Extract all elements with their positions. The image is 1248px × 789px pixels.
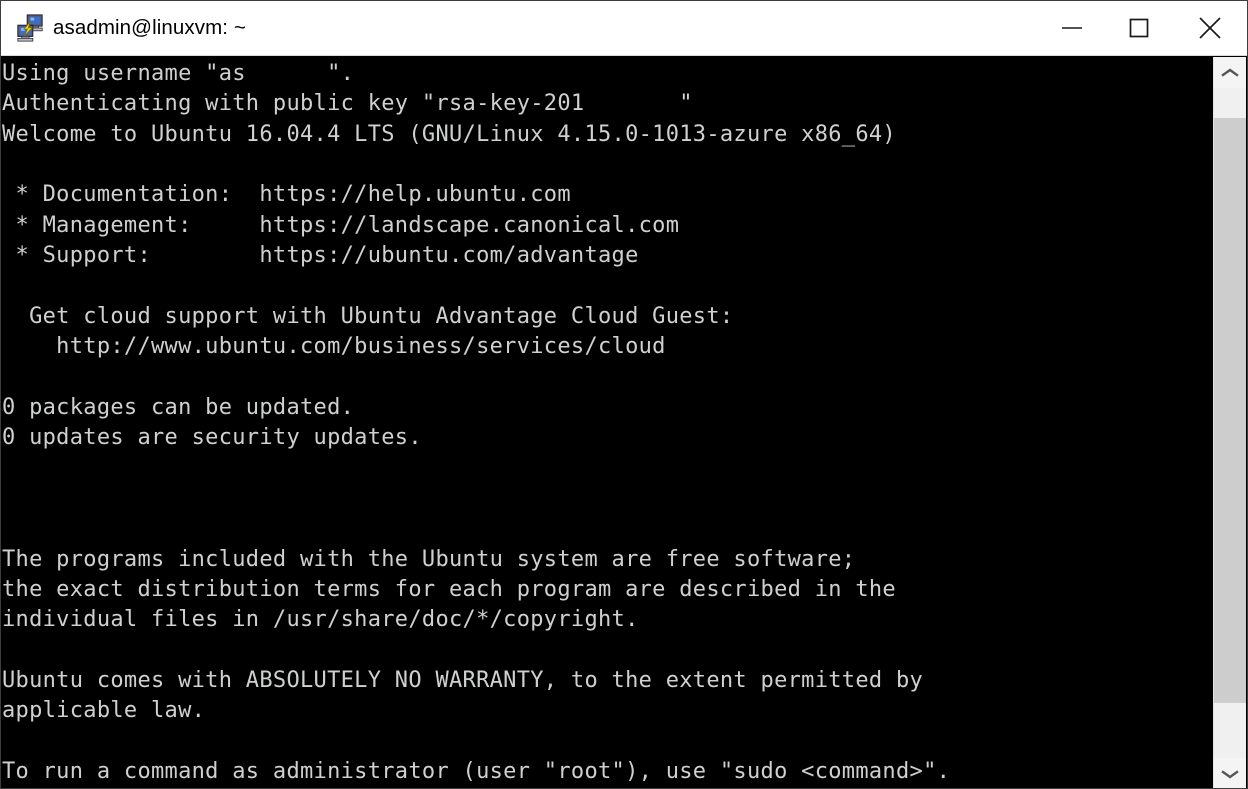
terminal-line: * Documentation: https://help.ubuntu.com xyxy=(2,182,571,208)
terminal-line: Ubuntu comes with ABSOLUTELY NO WARRANTY… xyxy=(2,667,924,693)
scrollbar-track[interactable] xyxy=(1214,88,1246,758)
terminal-line: To run a command as administrator (user … xyxy=(2,758,951,784)
terminal-line: individual files in /usr/share/doc/*/cop… xyxy=(2,607,639,633)
close-button[interactable] xyxy=(1172,1,1247,56)
window-title: asadmin@linuxvm: ~ xyxy=(53,16,246,39)
putty-window: asadmin@linuxvm: ~ Using username "as ".… xyxy=(0,0,1248,789)
chevron-up-icon xyxy=(1221,68,1239,77)
terminal-line: applicable law. xyxy=(2,698,206,724)
terminal-line-text: ". xyxy=(327,61,355,86)
chevron-down-icon xyxy=(1221,769,1239,778)
maximize-icon xyxy=(1129,18,1148,38)
terminal-line: * Management: https://landscape.canonica… xyxy=(2,212,680,238)
close-icon xyxy=(1198,17,1221,39)
terminal-line: the exact distribution terms for each pr… xyxy=(2,576,896,602)
terminal-line: 0 packages can be updated. xyxy=(2,394,355,420)
terminal-line: * Support: https://ubuntu.com/advantage xyxy=(2,243,639,269)
minimize-button[interactable] xyxy=(1038,1,1105,56)
redacted-text xyxy=(584,89,680,120)
terminal-line: 0 updates are security updates. xyxy=(2,425,422,451)
terminal-output: Using username "as ". Authenticating with… xyxy=(2,57,1215,787)
window-titlebar: asadmin@linuxvm: ~ xyxy=(1,1,1247,56)
terminal-screen[interactable]: Using username "as ". Authenticating with… xyxy=(2,57,1215,788)
putty-icon xyxy=(17,14,43,42)
minimize-icon xyxy=(1061,27,1082,29)
terminal-line: Authenticating with public key "rsa-key-… xyxy=(2,89,1215,120)
terminal-scrollbar[interactable] xyxy=(1213,57,1246,788)
terminal-line: Welcome to Ubuntu 16.04.4 LTS (GNU/Linux… xyxy=(2,121,896,147)
terminal-line-text: Authenticating with public key "rsa-key-… xyxy=(2,91,585,117)
scroll-thumb[interactable] xyxy=(1214,118,1246,703)
scroll-up-arrow[interactable] xyxy=(1214,57,1246,88)
terminal-line: The programs included with the Ubuntu sy… xyxy=(2,546,856,572)
scroll-down-arrow[interactable] xyxy=(1214,758,1246,788)
terminal-line: http://www.ubuntu.com/business/services/… xyxy=(2,334,666,360)
maximize-button[interactable] xyxy=(1105,1,1172,56)
terminal-line-text: Using username "as xyxy=(2,61,246,86)
terminal-line: Using username "as ". xyxy=(2,59,1215,90)
redacted-text xyxy=(245,59,328,90)
terminal-line: Get cloud support with Ubuntu Advantage … xyxy=(2,303,734,329)
terminal-line-text: " xyxy=(679,91,693,117)
